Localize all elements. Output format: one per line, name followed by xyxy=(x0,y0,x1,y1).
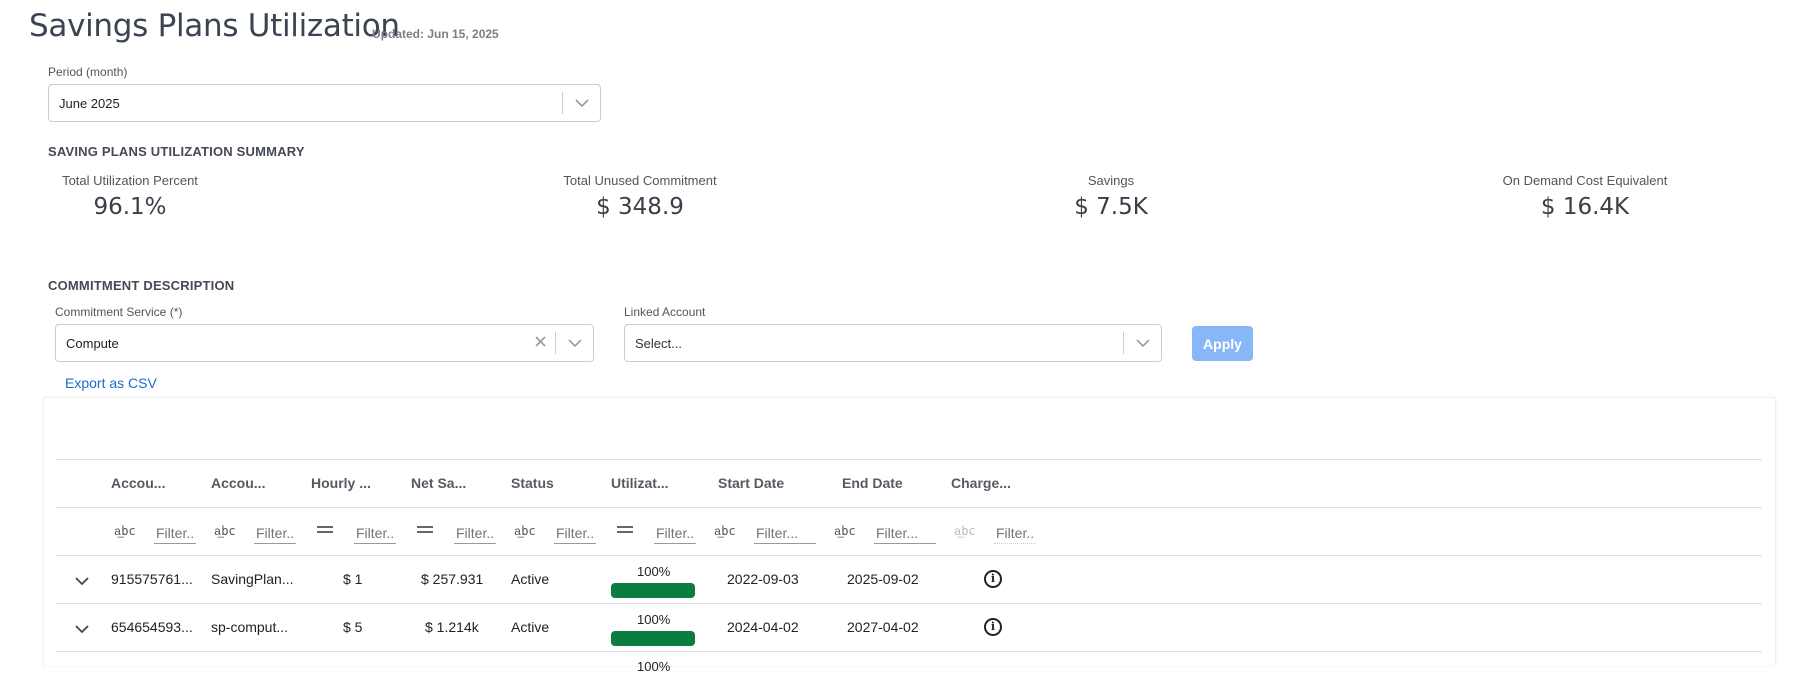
cell-start-date: 2022-09-03 xyxy=(727,571,799,587)
filter-input-start-date[interactable] xyxy=(754,522,816,544)
cell-net-savings: $ 257.931 xyxy=(421,571,484,587)
filter-input-utilization[interactable] xyxy=(654,522,696,544)
column-header-status[interactable]: Status xyxy=(511,475,554,491)
text-filter-icon[interactable]: a͟bc xyxy=(114,524,136,539)
cell-status: Active xyxy=(511,619,550,635)
kpi-on-demand-cost: On Demand Cost Equivalent $ 16.4K xyxy=(1485,173,1685,220)
column-header-start-date[interactable]: Start Date xyxy=(718,475,784,491)
number-filter-icon[interactable] xyxy=(417,526,433,533)
linked-account-select[interactable]: Select... xyxy=(624,324,1162,362)
cell-end-date: 2025-09-02 xyxy=(847,571,919,587)
filter-input-end-date[interactable] xyxy=(874,522,936,544)
period-label: Period (month) xyxy=(48,65,128,79)
expand-row-icon[interactable] xyxy=(75,573,89,589)
cell-status: Active xyxy=(511,571,550,587)
cell-end-date: 2027-04-02 xyxy=(847,619,919,635)
row-divider xyxy=(55,603,1762,604)
cell-account-id: 654654593... xyxy=(111,619,193,635)
updated-timestamp: Updated: Jun 15, 2025 xyxy=(372,27,499,41)
kpi-label: Total Unused Commitment xyxy=(563,173,717,188)
chevron-down-icon[interactable] xyxy=(563,96,600,111)
filter-input-status[interactable] xyxy=(554,522,596,544)
utilization-percent: 100% xyxy=(637,612,671,627)
period-select[interactable]: June 2025 xyxy=(48,84,601,122)
text-filter-icon[interactable]: a͟bc xyxy=(214,524,236,539)
cell-account-name: SavingPlan... xyxy=(211,571,294,587)
column-header-end-date[interactable]: End Date xyxy=(842,475,903,491)
utilization-bar xyxy=(611,583,695,598)
expand-row-icon[interactable] xyxy=(75,621,89,637)
info-icon[interactable]: i xyxy=(984,618,1002,636)
filter-divider xyxy=(55,555,1762,556)
commitment-service-select[interactable]: Compute xyxy=(55,324,594,362)
kpi-total-utilization: Total Utilization Percent 96.1% xyxy=(40,173,220,220)
kpi-unused-commitment: Total Unused Commitment $ 348.9 xyxy=(540,173,740,220)
linked-account-placeholder: Select... xyxy=(635,335,682,351)
column-header-charge[interactable]: Charge... xyxy=(951,475,1011,491)
kpi-value: $ 16.4K xyxy=(1540,194,1630,220)
cell-net-savings: $ 1.214k xyxy=(425,619,479,635)
number-filter-icon[interactable] xyxy=(317,526,333,533)
column-header-utilization[interactable]: Utilizat... xyxy=(611,475,669,491)
commitment-heading: COMMITMENT DESCRIPTION xyxy=(48,278,235,293)
utilization-percent: 100% xyxy=(637,659,671,674)
text-filter-icon[interactable]: a͟bc xyxy=(514,524,536,539)
cell-start-date: 2024-04-02 xyxy=(727,619,799,635)
info-icon[interactable]: i xyxy=(984,570,1002,588)
column-header-net-savings[interactable]: Net Sa... xyxy=(411,475,466,491)
chevron-down-icon[interactable] xyxy=(556,336,593,351)
chevron-down-icon[interactable] xyxy=(1124,336,1161,351)
kpi-value: 96.1% xyxy=(93,194,167,220)
column-header-account-id[interactable]: Accou... xyxy=(111,475,165,491)
utilization-bar xyxy=(611,631,695,646)
filter-input-net-savings[interactable] xyxy=(454,522,496,544)
header-divider xyxy=(55,507,1762,508)
text-filter-icon[interactable]: a͟bc xyxy=(834,524,856,539)
export-csv-link[interactable]: Export as CSV xyxy=(65,375,157,391)
page-title: Savings Plans Utilization xyxy=(29,8,400,44)
linked-account-label: Linked Account xyxy=(624,305,706,319)
row-divider xyxy=(55,651,1762,652)
apply-button[interactable]: Apply xyxy=(1192,326,1253,361)
kpi-savings: Savings $ 7.5K xyxy=(1031,173,1191,220)
service-value: Compute xyxy=(66,335,119,351)
service-label: Commitment Service (*) xyxy=(55,305,183,319)
kpi-label: On Demand Cost Equivalent xyxy=(1502,173,1668,188)
cell-hourly: $ 1 xyxy=(343,571,363,587)
column-header-hourly[interactable]: Hourly ... xyxy=(311,475,371,491)
text-filter-icon: a͟bc xyxy=(954,524,976,538)
filter-input-account-name[interactable] xyxy=(254,522,296,544)
cell-hourly: $ 5 xyxy=(343,619,363,635)
cell-account-name: sp-comput... xyxy=(211,619,289,635)
kpi-value: $ 7.5K xyxy=(1074,194,1148,220)
number-filter-icon[interactable] xyxy=(617,526,633,533)
filter-input-hourly[interactable] xyxy=(354,522,396,544)
cell-account-id: 915575761... xyxy=(111,571,193,587)
kpi-value: $ 348.9 xyxy=(596,194,684,220)
period-value: June 2025 xyxy=(59,95,120,111)
column-header-account-name[interactable]: Accou... xyxy=(211,475,265,491)
filter-input-account-id[interactable] xyxy=(154,522,196,544)
filter-input-charge xyxy=(994,522,1036,544)
kpi-label: Total Utilization Percent xyxy=(62,173,198,188)
clear-icon[interactable] xyxy=(525,334,555,352)
kpi-label: Savings xyxy=(1087,173,1135,188)
utilization-percent: 100% xyxy=(637,564,671,579)
text-filter-icon[interactable]: a͟bc xyxy=(714,524,736,539)
table-top-divider xyxy=(55,459,1762,460)
summary-heading: SAVING PLANS UTILIZATION SUMMARY xyxy=(48,144,305,159)
